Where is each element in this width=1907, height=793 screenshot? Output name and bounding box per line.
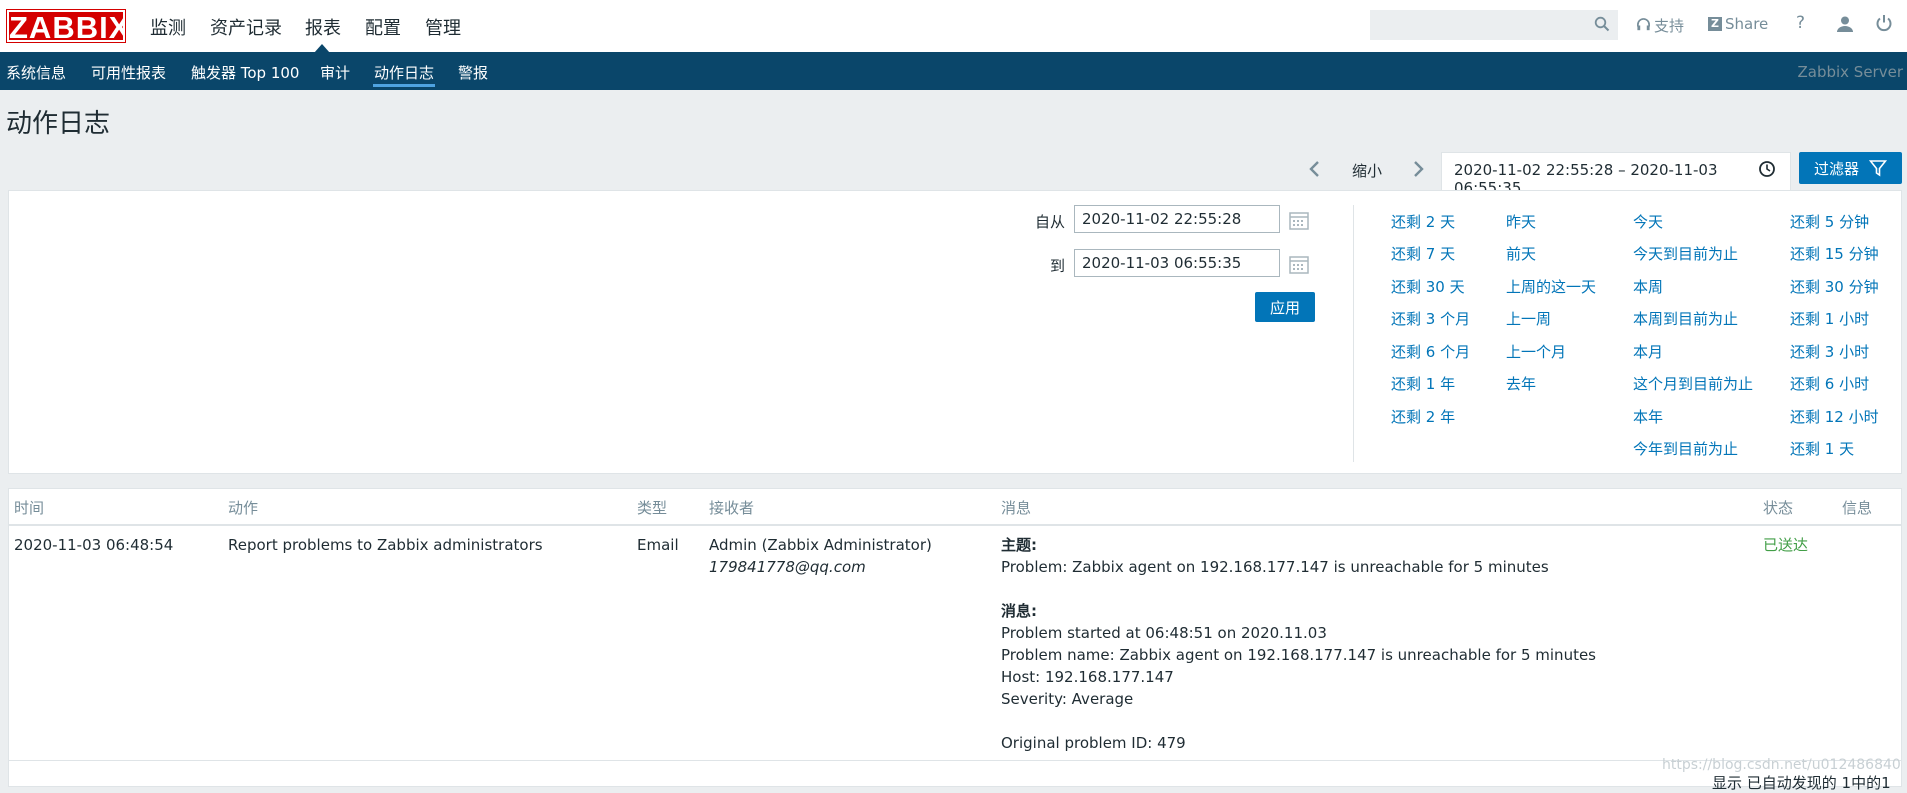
support-link[interactable]: 支持	[1636, 15, 1684, 36]
quick-range-link[interactable]: 还剩 30 分钟	[1790, 276, 1879, 297]
quick-range-link[interactable]: 还剩 30 天	[1391, 276, 1465, 297]
quick-range-link[interactable]: 本周到目前为止	[1633, 308, 1738, 329]
help-button[interactable]: ?	[1796, 13, 1805, 33]
quick-range-link[interactable]: 上一周	[1506, 308, 1551, 329]
active-subnav-underline	[373, 84, 435, 87]
quick-range-link[interactable]: 还剩 12 小时	[1790, 406, 1879, 427]
message-line: Problem started at 06:48:51 on 2020.11.0…	[1001, 624, 1327, 642]
server-name: Zabbix Server	[1797, 63, 1903, 81]
chevron-right-icon[interactable]	[1409, 158, 1427, 180]
quick-range-link[interactable]: 今天到目前为止	[1633, 243, 1738, 264]
from-date-input[interactable]	[1074, 205, 1280, 233]
column-header-status[interactable]: 状态	[1763, 497, 1793, 518]
quick-range-link[interactable]: 还剩 2 年	[1391, 406, 1455, 427]
subnav-action-log[interactable]: 动作日志	[374, 62, 434, 83]
quick-range-link[interactable]: 还剩 1 小时	[1790, 308, 1869, 329]
status-badge: 已送达	[1763, 536, 1809, 554]
message-subject: Problem: Zabbix agent on 192.168.177.147…	[1001, 558, 1549, 576]
column-header-info[interactable]: 信息	[1842, 497, 1872, 518]
chevron-left-icon[interactable]	[1306, 158, 1324, 180]
calendar-icon[interactable]	[1288, 253, 1310, 275]
row-type: Email	[637, 536, 679, 554]
message-line: Problem name: Zabbix agent on 192.168.17…	[1001, 646, 1596, 664]
quick-range-link[interactable]: 今年到目前为止	[1633, 438, 1738, 459]
original-problem-id: Original problem ID: 479	[1001, 734, 1186, 752]
filter-panel	[8, 190, 1902, 474]
row-divider	[8, 760, 1902, 761]
funnel-icon	[1869, 160, 1887, 177]
clock-icon	[1759, 161, 1775, 177]
top-bar	[0, 0, 1907, 53]
apply-button[interactable]: 应用	[1255, 292, 1315, 322]
subnav-system-info[interactable]: 系统信息	[6, 62, 66, 83]
to-date-input[interactable]	[1074, 249, 1280, 277]
quick-range-link[interactable]: 还剩 3 个月	[1391, 308, 1470, 329]
column-header-message[interactable]: 消息	[1001, 497, 1031, 518]
menu-inventory[interactable]: 资产记录	[210, 14, 282, 40]
column-header-recipient[interactable]: 接收者	[709, 497, 754, 518]
subnav-audit[interactable]: 审计	[320, 62, 350, 83]
menu-monitoring[interactable]: 监测	[150, 14, 186, 40]
message-body-label: 消息:	[1001, 602, 1037, 620]
time-range-tab[interactable]: 2020-11-02 22:55:28 – 2020-11-03 06:55:3…	[1441, 152, 1791, 197]
quick-range-link[interactable]: 还剩 7 天	[1391, 243, 1455, 264]
row-recipient-name: Admin (Zabbix Administrator)	[709, 536, 932, 554]
zoom-out-button[interactable]: 缩小	[1352, 160, 1382, 181]
row-recipient-email: 179841778@qq.com	[709, 558, 866, 576]
to-label: 到	[1049, 257, 1065, 275]
row-action: Report problems to Zabbix administrators	[228, 536, 543, 554]
action-log-table	[8, 488, 1902, 787]
quick-range-link[interactable]: 今天	[1633, 211, 1663, 232]
column-header-type[interactable]: 类型	[637, 497, 667, 518]
quick-range-link[interactable]: 前天	[1506, 243, 1536, 264]
share-z-icon: Z	[1708, 17, 1722, 31]
search-input[interactable]	[1370, 10, 1618, 40]
column-header-action[interactable]: 动作	[228, 497, 258, 518]
filter-toggle-button[interactable]: 过滤器	[1799, 152, 1902, 184]
quick-range-link[interactable]: 还剩 5 分钟	[1790, 211, 1869, 232]
quick-range-link[interactable]: 上一个月	[1506, 341, 1566, 362]
column-header-time[interactable]: 时间	[14, 497, 44, 518]
support-label: 支持	[1654, 17, 1685, 35]
quick-range-link[interactable]: 昨天	[1506, 211, 1536, 232]
from-label: 自从	[1034, 213, 1065, 231]
quick-range-link[interactable]: 还剩 15 分钟	[1790, 243, 1879, 264]
message-line: Host: 192.168.177.147	[1001, 668, 1174, 686]
page-title: 动作日志	[6, 108, 111, 138]
message-line: Severity: Average	[1001, 690, 1134, 708]
calendar-icon[interactable]	[1288, 209, 1310, 231]
quick-range-link[interactable]: 还剩 1 年	[1391, 373, 1455, 394]
quick-range-link[interactable]: 本年	[1633, 406, 1663, 427]
filter-label: 过滤器	[1813, 159, 1859, 178]
headset-icon	[1637, 18, 1650, 31]
message-subject-label: 主题:	[1001, 536, 1037, 554]
table-footer-count: 显示 已自动发现的 1中的1	[1712, 774, 1891, 792]
quick-range-link[interactable]: 还剩 6 小时	[1790, 373, 1869, 394]
quick-range-link[interactable]: 还剩 1 天	[1790, 438, 1854, 459]
share-link[interactable]: Z Share	[1708, 15, 1768, 33]
subnav-triggers-top100[interactable]: 触发器 Top 100	[191, 62, 299, 83]
menu-administration[interactable]: 管理	[425, 14, 461, 40]
subnav-availability-report[interactable]: 可用性报表	[91, 62, 166, 83]
table-header-divider	[8, 524, 1902, 526]
quick-range-link[interactable]: 本月	[1633, 341, 1663, 362]
subnav-notifications[interactable]: 警报	[458, 62, 488, 83]
zabbix-logo[interactable]: ZABBIX	[6, 9, 129, 44]
quick-range-link[interactable]: 上周的这一天	[1506, 276, 1596, 297]
watermark: https://blog.csdn.net/u012486840	[1662, 757, 1901, 773]
quick-range-link[interactable]: 还剩 3 小时	[1790, 341, 1869, 362]
search-icon[interactable]	[1594, 16, 1610, 32]
quick-range-link[interactable]: 去年	[1506, 373, 1536, 394]
row-time: 2020-11-03 06:48:54	[14, 536, 174, 554]
quick-range-link[interactable]: 本周	[1633, 276, 1663, 297]
quick-range-link[interactable]: 还剩 6 个月	[1391, 341, 1470, 362]
filter-divider	[1353, 205, 1354, 462]
quick-range-link[interactable]: 还剩 2 天	[1391, 211, 1455, 232]
menu-reports[interactable]: 报表	[305, 14, 341, 40]
menu-configuration[interactable]: 配置	[365, 14, 401, 40]
sign-out-icon[interactable]	[1875, 14, 1893, 32]
quick-range-link[interactable]: 这个月到目前为止	[1633, 373, 1753, 394]
share-label: Share	[1725, 15, 1769, 33]
user-profile-icon[interactable]	[1836, 15, 1854, 33]
